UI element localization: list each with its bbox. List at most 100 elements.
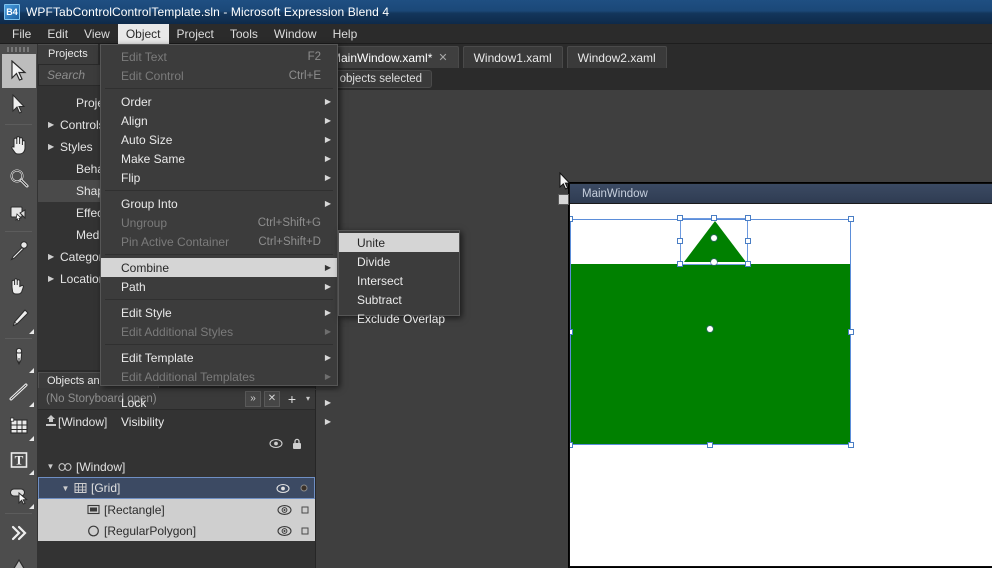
line-tool[interactable] (2, 375, 36, 409)
design-canvas[interactable] (570, 204, 992, 566)
camera-orbit-tool[interactable] (2, 195, 36, 229)
submenu-item-exclude-overlap[interactable]: Exclude Overlap (339, 309, 459, 328)
pan-tool[interactable] (2, 127, 36, 161)
chevron-right-icon[interactable]: ▶ (48, 253, 60, 261)
poly-resize-handle-sw[interactable] (677, 261, 683, 267)
poly-resize-handle-e[interactable] (745, 238, 751, 244)
menu-item-order[interactable]: Order ▶ (101, 92, 337, 111)
lock-toggle[interactable] (295, 527, 315, 535)
eye-icon[interactable] (269, 438, 283, 452)
poly-resize-handle-nw[interactable] (677, 215, 683, 221)
submenu-item-intersect[interactable]: Intersect (339, 271, 459, 290)
lock-toggle[interactable] (295, 506, 315, 514)
submenu-arrow-icon: ▶ (324, 281, 331, 291)
submenu-item-subtract[interactable]: Subtract (339, 290, 459, 309)
submenu-item-unite[interactable]: Unite (339, 233, 459, 252)
menu-item-visibility[interactable]: Visibility ▶ (101, 412, 337, 431)
shape-polygon-tool[interactable] (2, 550, 36, 568)
menu-item-make-same[interactable]: Make Same ▶ (101, 149, 337, 168)
artboard-area[interactable]: MainWindow (316, 90, 992, 568)
submenu-item-divide[interactable]: Divide (339, 252, 459, 271)
menu-item-edit-additional-styles[interactable]: Edit Additional Styles ▶ (101, 322, 337, 341)
pen-tool[interactable] (2, 341, 36, 375)
menu-item-edit-style[interactable]: Edit Style ▶ (101, 303, 337, 322)
blend-app-icon: B4 (4, 4, 20, 20)
menu-item-align[interactable]: Align ▶ (101, 111, 337, 130)
menu-object[interactable]: Object (117, 23, 169, 44)
tab-projects[interactable]: Projects (38, 44, 98, 64)
paint-bucket-tool[interactable] (2, 268, 36, 302)
tree-item-grid[interactable]: ▼ [Grid] (38, 477, 315, 499)
textbox-tool[interactable]: T (2, 443, 36, 477)
menu-item-auto-size[interactable]: Auto Size ▶ (101, 130, 337, 149)
submenu-arrow-icon: ▶ (324, 96, 331, 106)
menu-item-label: Order (121, 94, 152, 109)
brush-tool[interactable] (2, 302, 36, 336)
blend-application-window: B4 WPFTabControlControlTemplate.sln - Mi… (0, 0, 992, 568)
menu-item-pin-active-container[interactable]: Pin Active Container Ctrl+Shift+D (101, 232, 337, 251)
menu-edit[interactable]: Edit (39, 24, 76, 44)
menu-item-edit-control[interactable]: Edit Control Ctrl+E (101, 66, 337, 85)
expand-triangle-icon[interactable]: ▼ (44, 462, 57, 471)
resize-handle-w[interactable] (570, 329, 573, 335)
menu-item-label: Flip (121, 170, 141, 185)
rectangle-center-point[interactable] (707, 326, 713, 332)
visibility-toggle[interactable] (272, 483, 294, 494)
menu-item-label: Edit Text (121, 49, 167, 64)
resize-handle-ne[interactable] (848, 216, 854, 222)
poly-resize-handle-ne[interactable] (745, 215, 751, 221)
eyedropper-tool[interactable] (2, 234, 36, 268)
menu-help[interactable]: Help (325, 24, 366, 44)
object-tree: ▼ [Window] ▼ [Grid] [Rectangle] [Regular… (38, 456, 315, 541)
menu-item-ungroup[interactable]: Ungroup Ctrl+Shift+G (101, 213, 337, 232)
menu-file[interactable]: File (4, 24, 39, 44)
expand-triangle-icon[interactable]: ▼ (59, 484, 72, 493)
resize-handle-nw[interactable] (570, 216, 573, 222)
button-tool[interactable] (2, 477, 36, 511)
tree-item-regularpolygon[interactable]: [RegularPolygon] (38, 520, 315, 541)
menu-item-group-into[interactable]: Group Into ▶ (101, 194, 337, 213)
toolbar-grip[interactable] (6, 47, 31, 52)
tree-item-window[interactable]: ▼ [Window] (38, 456, 315, 477)
resize-handle-sw[interactable] (570, 442, 573, 448)
lock-icon[interactable] (291, 438, 303, 453)
design-window[interactable]: MainWindow (558, 171, 992, 567)
rectangle-shape[interactable] (571, 264, 850, 444)
menu-project[interactable]: Project (169, 24, 222, 44)
menu-item-path[interactable]: Path ▶ (101, 277, 337, 296)
zoom-tool[interactable] (2, 161, 36, 195)
selection-tool[interactable] (2, 54, 36, 88)
menu-item-edit-additional-templates[interactable]: Edit Additional Templates ▶ (101, 367, 337, 386)
doc-tab-window2[interactable]: Window2.xaml (566, 46, 667, 68)
direct-selection-tool[interactable] (2, 88, 36, 122)
menu-item-lock[interactable]: Lock ▶ (101, 393, 337, 412)
tree-item-rectangle[interactable]: [Rectangle] (38, 499, 315, 520)
menu-item-edit-text[interactable]: Edit Text F2 (101, 47, 337, 66)
menu-view[interactable]: View (76, 24, 118, 44)
resize-handle-se[interactable] (848, 442, 854, 448)
resize-handle-s[interactable] (707, 442, 713, 448)
visibility-toggle[interactable] (273, 525, 295, 537)
close-icon[interactable]: ✕ (438, 51, 447, 64)
resize-handle-e[interactable] (848, 329, 854, 335)
chevron-right-icon[interactable]: ▶ (48, 143, 60, 151)
doc-tab-window1[interactable]: Window1.xaml (462, 46, 563, 68)
polygon-bottom-point[interactable] (711, 259, 717, 265)
polygon-center-point[interactable] (711, 235, 717, 241)
chevron-right-icon[interactable]: ▶ (48, 121, 60, 129)
menu-item-combine[interactable]: Combine ▶ (101, 258, 337, 277)
poly-resize-handle-w[interactable] (677, 238, 683, 244)
menu-item-edit-template[interactable]: Edit Template ▶ (101, 348, 337, 367)
assets-chevron-tool[interactable] (2, 516, 36, 550)
grid-panel-tool[interactable] (2, 409, 36, 443)
menu-tools[interactable]: Tools (222, 24, 266, 44)
lock-toggle[interactable] (294, 484, 314, 492)
poly-resize-handle-se[interactable] (745, 261, 751, 267)
poly-resize-handle-n[interactable] (711, 215, 717, 221)
menu-item-flip[interactable]: Flip ▶ (101, 168, 337, 187)
regularpolygon-shape[interactable] (682, 219, 748, 264)
visibility-toggle[interactable] (273, 504, 295, 516)
menu-window[interactable]: Window (266, 24, 325, 44)
chevron-right-icon[interactable]: ▶ (48, 275, 60, 283)
doc-tab-mainwindow[interactable]: MainWindow.xaml* ✕ (320, 46, 459, 68)
